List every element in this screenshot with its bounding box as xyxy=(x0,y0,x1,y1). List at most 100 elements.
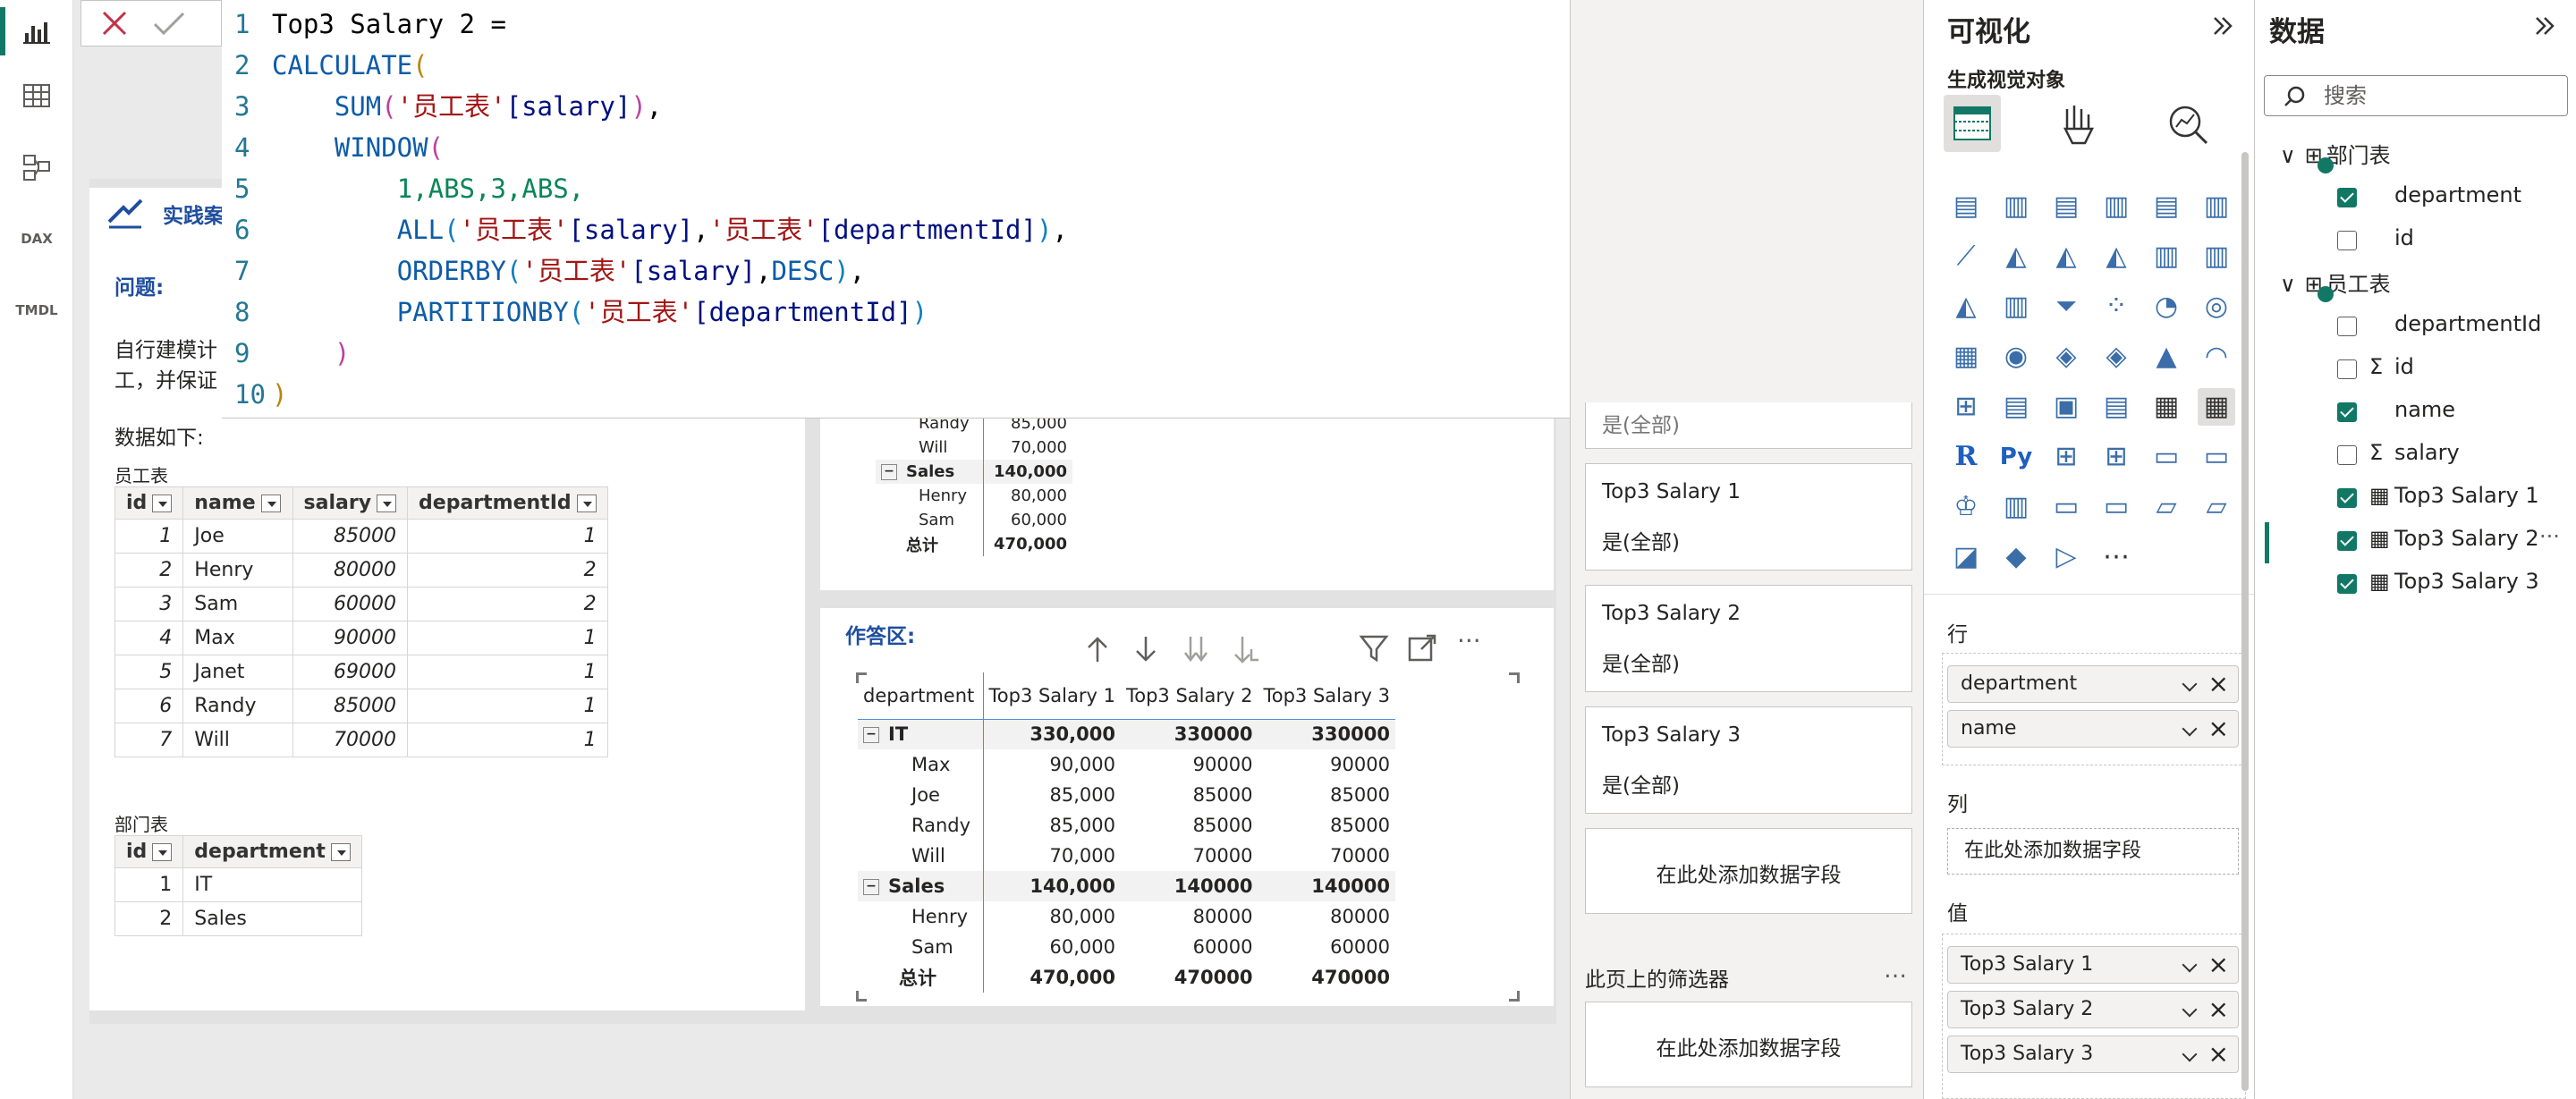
python-visual-visual-icon[interactable]: Py xyxy=(1997,438,2035,476)
ribbon-visual-icon[interactable]: ◭ xyxy=(2097,238,2135,275)
drill-down-icon[interactable] xyxy=(1131,633,1160,665)
field-departmentid[interactable]: departmentId xyxy=(2337,309,2570,345)
chevron-down-icon[interactable] xyxy=(2182,957,2198,973)
column-header[interactable]: id xyxy=(114,486,184,520)
matrix-visual-icon[interactable]: ▦ xyxy=(2198,388,2235,426)
column-header[interactable]: departmentId xyxy=(407,486,608,520)
columns-drop-zone[interactable]: 在此处添加数据字段 xyxy=(1947,828,2239,875)
line-visual-icon[interactable]: ⟋ xyxy=(1947,238,1985,275)
map-visual-icon[interactable]: ◉ xyxy=(1997,338,2035,376)
kpi-visual-icon[interactable]: ▣ xyxy=(2047,388,2085,426)
row-label[interactable]: Henry xyxy=(858,901,984,932)
remove-field-icon[interactable]: × xyxy=(2208,992,2229,1027)
add-filter-field-page[interactable]: 在此处添加数据字段 xyxy=(1585,1002,1912,1087)
collapse-data-icon[interactable] xyxy=(2531,13,2558,39)
slicer-visual-icon[interactable]: ▤ xyxy=(2097,388,2135,426)
field-checkbox[interactable] xyxy=(2337,531,2357,551)
waterfall-visual-icon[interactable]: ▥ xyxy=(2198,238,2235,275)
row-label[interactable]: 总计 xyxy=(858,962,984,993)
100-column-visual-icon[interactable]: ▥ xyxy=(2198,188,2235,225)
filter-icon[interactable] xyxy=(1359,633,1389,664)
column-dropdown-icon[interactable] xyxy=(152,495,173,512)
stacked-area-visual-icon[interactable]: ◭ xyxy=(2047,238,2085,275)
custom-visual-icon[interactable]: ▱ xyxy=(2198,488,2235,526)
field-checkbox[interactable] xyxy=(2337,574,2357,594)
sparkline-visual-icon[interactable]: ▱ xyxy=(2148,488,2185,526)
field-department[interactable]: department xyxy=(2337,181,2570,216)
table-view-button[interactable] xyxy=(0,64,73,127)
chevron-down-icon[interactable]: ∨ xyxy=(2280,272,2296,297)
column-dropdown-icon[interactable] xyxy=(377,495,397,512)
drill-up-icon[interactable] xyxy=(1083,633,1112,665)
column-line-visual-icon[interactable]: ▥ xyxy=(1997,288,2035,325)
field-id[interactable]: id xyxy=(2337,224,2570,259)
gauge-visual-icon[interactable]: ◠ xyxy=(2198,338,2235,376)
field-checkbox[interactable] xyxy=(2337,488,2357,508)
scatter-visual-icon[interactable]: ⁘ xyxy=(2097,288,2135,325)
column-dropdown-icon[interactable] xyxy=(152,843,173,861)
values-field-pill[interactable]: Top3 Salary 2 × xyxy=(1947,991,2239,1028)
azure-map-visual-icon[interactable]: ▲ xyxy=(2148,338,2185,376)
tmdl-view-button[interactable]: TMDL xyxy=(0,279,73,342)
report-view-button[interactable] xyxy=(0,0,73,63)
filter-card-partial[interactable]: 是(全部) xyxy=(1585,402,1912,449)
more-options-button[interactable]: ··· xyxy=(1457,626,1481,655)
funnel-visual-icon[interactable]: ⏷ xyxy=(2047,288,2085,325)
column-dropdown-icon[interactable] xyxy=(260,495,281,512)
funnel-combo-visual-icon[interactable]: ◭ xyxy=(1947,288,1985,325)
pie-visual-icon[interactable]: ◔ xyxy=(2148,288,2185,325)
smart-narrative-visual-icon[interactable]: ▭ xyxy=(2198,438,2235,476)
field-top3-salary-1[interactable]: ▦ Top3 Salary 1 xyxy=(2337,481,2570,517)
clustered-column-visual-icon[interactable]: ▥ xyxy=(1997,188,2035,225)
remove-field-icon[interactable]: × xyxy=(2208,947,2229,983)
row-label[interactable]: Max xyxy=(858,749,984,780)
area-visual-icon[interactable]: ◭ xyxy=(1997,238,2035,275)
goals-visual-icon[interactable]: ♔ xyxy=(1947,488,1985,526)
collapse-icon[interactable]: − xyxy=(881,464,897,480)
shape-map-visual-icon[interactable]: ◈ xyxy=(2097,338,2135,376)
column-header[interactable]: id xyxy=(114,835,184,868)
search-input[interactable]: 搜索 xyxy=(2264,75,2568,116)
field-checkbox[interactable] xyxy=(2337,231,2357,250)
focus-mode-icon[interactable] xyxy=(1407,633,1437,664)
treemap-visual-icon[interactable]: ▦ xyxy=(1947,338,1985,376)
add-filter-field-visual[interactable]: 在此处添加数据字段 xyxy=(1585,828,1912,914)
clustered-bar-visual-icon[interactable]: ▤ xyxy=(2047,188,2085,225)
decomposition-tree-visual-icon[interactable]: ⊞ xyxy=(2097,438,2135,476)
collapse-icon[interactable]: − xyxy=(863,727,879,744)
row-label[interactable]: Sam xyxy=(858,932,984,962)
row-label[interactable]: − Sales xyxy=(858,871,984,901)
row-label[interactable]: Randy xyxy=(858,810,984,841)
field-checkbox[interactable] xyxy=(2337,188,2357,207)
rows-field-pill[interactable]: department × xyxy=(1947,665,2239,703)
field-checkbox[interactable] xyxy=(2337,317,2357,336)
filter-card[interactable]: Top3 Salary 1 是(全部) xyxy=(1585,463,1912,571)
collapse-viz-icon[interactable] xyxy=(2209,13,2236,39)
chevron-down-icon[interactable] xyxy=(2182,1002,2198,1018)
dax-query-view-button[interactable]: DAX xyxy=(0,207,73,270)
column-header[interactable]: department xyxy=(182,835,362,868)
filled-map-visual-icon[interactable]: ◈ xyxy=(2047,338,2085,376)
power-bi-ai-visual-icon[interactable]: ◪ xyxy=(1947,538,1985,576)
reference-matrix-card[interactable]: Randy 85,000 Will 70,000− Sales 140,000 Henry 8… xyxy=(820,411,1554,590)
expand-all-icon[interactable] xyxy=(1232,633,1260,665)
field-checkbox[interactable] xyxy=(2337,445,2357,465)
chevron-down-icon[interactable]: ∨ xyxy=(2280,143,2296,168)
more-visual-icon[interactable]: ⋯ xyxy=(2097,538,2135,576)
field-top3-salary-2[interactable]: ▦ Top3 Salary 2 ··· xyxy=(2273,520,2576,562)
format-visual-icon[interactable] xyxy=(2058,102,2103,148)
field-name[interactable]: name xyxy=(2337,395,2570,431)
table-node[interactable]: ∨ ⊞ 部门表 xyxy=(2280,138,2391,169)
chevron-down-icon[interactable] xyxy=(2182,1046,2198,1062)
r-visual-visual-icon[interactable]: R xyxy=(1947,438,1985,476)
page-filters-more[interactable]: … xyxy=(1884,957,1907,984)
values-field-pill[interactable]: Top3 Salary 3 × xyxy=(1947,1036,2239,1073)
field-checkbox[interactable] xyxy=(2337,402,2357,422)
values-field-pill[interactable]: Top3 Salary 1 × xyxy=(1947,946,2239,984)
column-dropdown-icon[interactable] xyxy=(576,495,597,512)
field-salary[interactable]: Σsalary xyxy=(2337,438,2570,474)
remove-field-icon[interactable]: × xyxy=(2208,666,2229,702)
resize-handle-tr[interactable] xyxy=(1509,672,1520,683)
field-top3-salary-3[interactable]: ▦ Top3 Salary 3 xyxy=(2337,567,2570,603)
matrix-column-header[interactable]: Top3 Salary 3 xyxy=(1258,672,1395,720)
